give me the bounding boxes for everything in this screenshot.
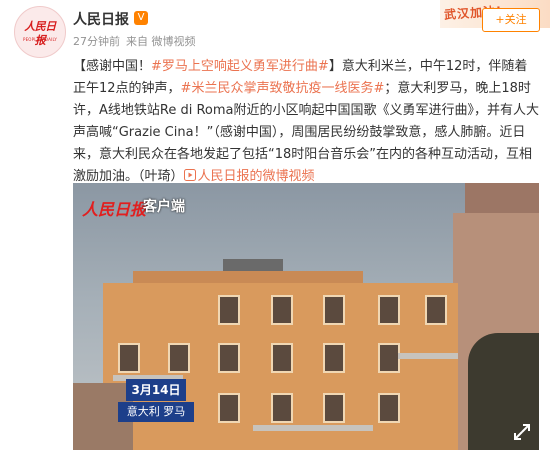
avatar[interactable]: 人民日报 PEOPLE'S DAILY bbox=[14, 6, 66, 58]
expand-icon[interactable] bbox=[513, 423, 531, 441]
video-window bbox=[323, 343, 345, 373]
verified-badge-icon: V bbox=[134, 11, 148, 25]
video-player[interactable]: 人民日报 客户端 3月14日 意大利 罗马 bbox=[73, 183, 539, 450]
video-window bbox=[271, 343, 293, 373]
avatar-logo-text: 人民日报 bbox=[24, 20, 56, 47]
video-window bbox=[378, 295, 400, 325]
hashtag-rome-anthem[interactable]: #罗马上空响起义勇军进行曲# bbox=[151, 59, 329, 74]
post-text: 【感谢中国！#罗马上空响起义勇军进行曲#】意大利米兰，中午12时，伴随着正午12… bbox=[73, 56, 539, 188]
video-balcony bbox=[398, 353, 458, 359]
video-window bbox=[218, 343, 240, 373]
avatar-logo-subtext: PEOPLE'S DAILY bbox=[22, 37, 58, 42]
video-window bbox=[271, 295, 293, 325]
post-meta: 27分钟前 来自 微博视频 bbox=[73, 33, 202, 49]
video-window bbox=[118, 343, 140, 373]
video-window bbox=[218, 393, 240, 423]
video-window bbox=[378, 393, 400, 423]
post-source[interactable]: 来自 微博视频 bbox=[126, 35, 196, 48]
video-location-badge: 意大利 罗马 bbox=[118, 402, 194, 422]
video-link-icon bbox=[183, 169, 196, 181]
video-link[interactable]: 人民日报的微博视频 bbox=[183, 169, 315, 184]
video-client-label: 客户端 bbox=[143, 199, 185, 215]
follow-button[interactable]: +关注 bbox=[482, 8, 540, 32]
video-link-text: 人民日报的微博视频 bbox=[197, 169, 315, 184]
video-window bbox=[218, 295, 240, 325]
hashtag-milan-applause[interactable]: #米兰民众掌声致敬抗疫一线医务# bbox=[181, 81, 385, 96]
video-window bbox=[323, 295, 345, 325]
video-balcony bbox=[253, 425, 373, 431]
video-date-badge: 3月14日 bbox=[126, 379, 186, 401]
video-window bbox=[323, 393, 345, 423]
video-window bbox=[271, 393, 293, 423]
account-name[interactable]: 人民日报 bbox=[73, 9, 129, 29]
video-window bbox=[378, 343, 400, 373]
video-window bbox=[425, 295, 447, 325]
video-logo-text: 人民日报 bbox=[82, 200, 147, 219]
weibo-post-card: 人民日报 PEOPLE'S DAILY 人民日报 V 27分钟前 来自 微博视频 … bbox=[0, 0, 550, 455]
post-prefix: 【感谢中国！ bbox=[73, 59, 152, 74]
post-time[interactable]: 27分钟前 bbox=[73, 35, 120, 48]
video-window bbox=[168, 343, 190, 373]
